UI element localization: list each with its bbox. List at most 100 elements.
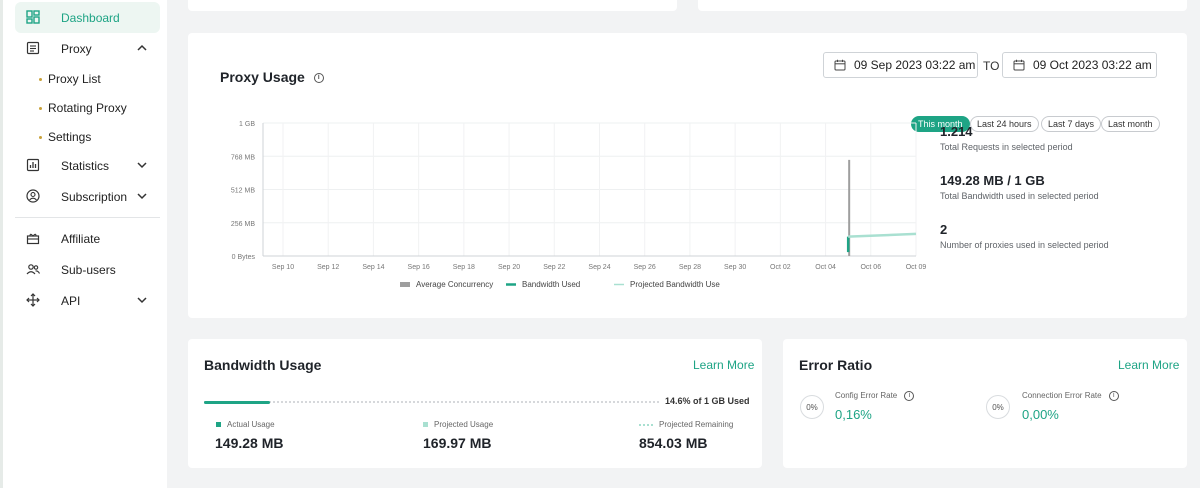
bar-chart-icon — [26, 158, 40, 172]
actual-usage-value: 149.28 MB — [215, 435, 284, 451]
to-label: TO — [983, 59, 1000, 73]
info-icon[interactable]: i — [1108, 391, 1119, 401]
bandwidth-usage-card: Bandwidth Usage Learn More 14.6% of 1 GB… — [188, 339, 762, 468]
stat-total-requests-value: 1.214 — [940, 124, 973, 139]
sidebar-item-label: Dashboard — [61, 11, 120, 25]
sidebar-item-dashboard[interactable]: Dashboard — [15, 2, 160, 33]
sidebar: Dashboard Proxy Proxy List Rotating Prox… — [0, 0, 167, 488]
sidebar-item-sub-users[interactable]: Sub-users — [15, 254, 160, 285]
range-last-month[interactable]: Last month — [1101, 116, 1160, 132]
connection-error-gauge: 0% — [986, 395, 1010, 419]
y-tick-label: 0 Bytes — [232, 254, 256, 261]
chevron-up-icon[interactable] — [135, 41, 149, 55]
error-ratio-card: Error Ratio Learn More 0% Config Error R… — [783, 339, 1187, 468]
x-tick-label: Sep 20 — [498, 264, 520, 271]
x-tick-label: Oct 09 — [906, 264, 927, 271]
legend-square-icon — [423, 422, 428, 427]
proxy-usage-chart: 1 GB 768 MB 512 MB 256 MB 0 Bytes Sep 10 Sep 1… — [231, 121, 927, 289]
sidebar-item-statistics[interactable]: Statistics — [15, 150, 160, 181]
actual-usage-label: Actual Usage — [216, 420, 275, 429]
sidebar-item-affiliate[interactable]: Affiliate — [15, 223, 160, 254]
sidebar-item-label: API — [61, 294, 81, 308]
sidebar-item-label: Sub-users — [61, 263, 116, 277]
bandwidth-usage-title: Bandwidth Usage — [204, 357, 322, 373]
list-icon — [26, 41, 40, 55]
bandwidth-progress-fill — [204, 401, 271, 404]
legend-square-icon — [216, 422, 221, 427]
gift-icon — [26, 233, 40, 245]
bullet-icon — [39, 135, 42, 139]
users-icon — [26, 264, 40, 275]
sidebar-item-api[interactable]: API — [15, 285, 160, 316]
sidebar-item-settings[interactable]: Settings — [39, 130, 91, 144]
sidebar-item-proxy[interactable]: Proxy — [15, 33, 160, 64]
proxy-usage-title: Proxy Usage i — [220, 69, 324, 85]
x-tick-label: Oct 02 — [770, 264, 791, 271]
calendar-icon — [1013, 59, 1025, 71]
stat-total-bandwidth-value: 149.28 MB / 1 GB — [940, 173, 1045, 188]
y-tick-label: 768 MB — [231, 154, 255, 161]
x-tick-label: Sep 14 — [362, 264, 384, 271]
config-error-label: Config Error Rate i — [835, 391, 915, 401]
chevron-down-icon[interactable] — [135, 158, 149, 172]
user-circle-icon — [26, 189, 40, 203]
x-tick-label: Sep 16 — [408, 264, 430, 271]
bandwidth-progress-track — [204, 401, 659, 404]
legend-marker — [400, 282, 410, 287]
stat-total-requests-label: Total Requests in selected period — [940, 142, 1073, 152]
config-error-value: 0,16% — [835, 407, 872, 422]
stat-total-bandwidth-label: Total Bandwidth used in selected period — [940, 191, 1099, 201]
sidebar-item-label: Settings — [48, 130, 92, 144]
chevron-down-icon[interactable] — [135, 189, 149, 203]
error-ratio-title: Error Ratio — [799, 357, 873, 373]
projected-remaining-label: Projected Remaining — [639, 420, 733, 429]
legend-dots-icon — [639, 423, 653, 426]
x-tick-label: Sep 28 — [679, 264, 701, 271]
series-projected-bandwidth — [848, 232, 917, 238]
config-error-gauge: 0% — [800, 395, 824, 419]
top-card-left — [188, 0, 677, 11]
info-icon[interactable]: i — [904, 391, 915, 401]
error-ratio-learn-more-link[interactable]: Learn More — [1118, 358, 1179, 372]
legend-label: Projected Bandwidth Use — [630, 280, 720, 289]
sidebar-item-label: Subscription — [61, 190, 128, 204]
x-tick-label: Sep 12 — [317, 264, 339, 271]
bullet-icon — [39, 106, 42, 110]
stat-proxies-value: 2 — [940, 222, 948, 237]
x-tick-label: Sep 22 — [543, 264, 565, 271]
sidebar-item-label: Statistics — [61, 159, 110, 173]
top-card-right — [698, 0, 1187, 11]
info-icon[interactable]: i — [313, 73, 324, 84]
date-from-field[interactable]: 09 Sep 2023 03:22 am — [823, 52, 978, 78]
y-tick-label: 1 GB — [239, 121, 255, 128]
range-last-7-days[interactable]: Last 7 days — [1041, 116, 1102, 132]
x-tick-label: Oct 04 — [815, 264, 836, 271]
date-to-field[interactable]: 09 Oct 2023 03:22 am — [1002, 52, 1157, 78]
x-tick-label: Sep 18 — [453, 264, 475, 271]
x-tick-label: Sep 30 — [724, 264, 746, 271]
stat-proxies-label: Number of proxies used in selected perio… — [940, 240, 1109, 250]
sidebar-item-proxy-list[interactable]: Proxy List — [39, 72, 101, 86]
range-last-24-hours[interactable]: Last 24 hours — [970, 116, 1039, 132]
x-tick-label: Sep 24 — [588, 264, 610, 271]
bandwidth-percent-text: 14.6% of 1 GB Used — [665, 396, 750, 406]
chevron-down-icon[interactable] — [135, 293, 149, 307]
projected-usage-value: 169.97 MB — [423, 435, 492, 451]
x-tick-label: Sep 10 — [272, 264, 294, 271]
legend-label: Bandwidth Used — [522, 280, 580, 289]
connection-error-label: Connection Error Rate i — [1022, 391, 1119, 401]
legend-label: Average Concurrency — [416, 280, 493, 289]
y-tick-label: 256 MB — [231, 221, 255, 228]
sidebar-item-label: Proxy — [61, 42, 92, 56]
sidebar-item-label: Affiliate — [61, 232, 101, 246]
sidebar-item-subscription[interactable]: Subscription — [15, 181, 160, 212]
x-tick-label: Oct 06 — [860, 264, 881, 271]
bandwidth-learn-more-link[interactable]: Learn More — [693, 358, 754, 372]
projected-remaining-value: 854.03 MB — [639, 435, 708, 451]
sidebar-item-rotating-proxy[interactable]: Rotating Proxy — [39, 101, 127, 115]
y-tick-label: 512 MB — [231, 188, 255, 195]
x-tick-label: Sep 26 — [634, 264, 656, 271]
sidebar-item-label: Rotating Proxy — [48, 101, 127, 115]
connection-error-value: 0,00% — [1022, 407, 1059, 422]
calendar-icon — [834, 59, 846, 71]
